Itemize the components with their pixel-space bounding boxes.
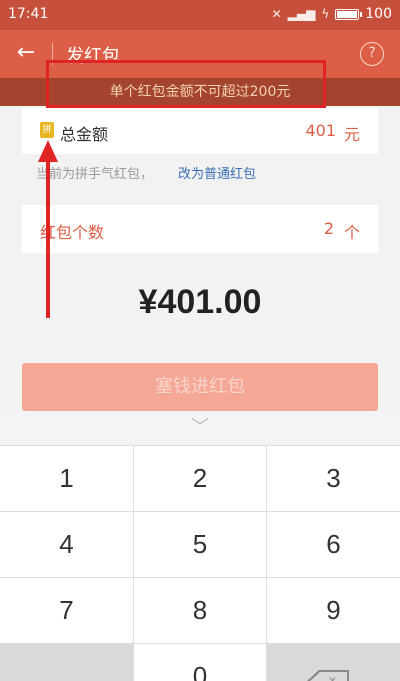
status-time: 17:41 — [8, 6, 49, 22]
chevron-down-icon[interactable]: ﹀ — [0, 411, 400, 445]
mute-icon: ✕ — [271, 7, 282, 21]
signal-icon: ▂▄▆ — [287, 7, 316, 21]
key-9[interactable]: 9 — [267, 578, 400, 643]
charging-icon: ϟ — [321, 7, 330, 21]
annotation-arrow — [38, 140, 58, 318]
key-1[interactable]: 1 — [0, 446, 133, 511]
key-7[interactable]: 7 — [0, 578, 133, 643]
key-2[interactable]: 2 — [134, 446, 266, 511]
delete-key[interactable]: × — [267, 644, 400, 681]
key-5[interactable]: 5 — [134, 512, 266, 577]
battery-percent: 100 — [365, 6, 392, 22]
total-amount-label: 总金额 — [60, 125, 109, 144]
key-8[interactable]: 8 — [134, 578, 266, 643]
key-blank — [0, 644, 133, 681]
packet-count-value[interactable]: 2 — [324, 219, 334, 238]
backspace-icon: × — [306, 670, 349, 681]
status-icons: ✕ ▂▄▆ ϟ 100 — [272, 6, 392, 22]
numeric-keyboard: ﹀ 1 2 3 4 5 6 7 8 9 0 × — [0, 411, 400, 681]
help-icon[interactable]: ? — [360, 42, 384, 66]
lucky-pin-icon: 拼 — [40, 122, 54, 138]
total-amount-row[interactable]: 拼 总金额 元 — [22, 108, 378, 154]
total-display: ¥401.00 — [138, 283, 262, 321]
battery-icon — [335, 8, 363, 20]
key-0[interactable]: 0 — [134, 644, 266, 681]
packet-count-row[interactable]: 红包个数 2 个 — [22, 205, 378, 253]
key-6[interactable]: 6 — [267, 512, 400, 577]
back-arrow-icon[interactable]: ← — [12, 40, 40, 68]
battery-fill — [337, 10, 358, 18]
annotation-highlight-box — [46, 60, 326, 108]
key-4[interactable]: 4 — [0, 512, 133, 577]
packet-count-unit: 个 — [343, 223, 360, 242]
amount-unit: 元 — [343, 125, 360, 144]
total-amount-input[interactable] — [256, 121, 336, 140]
switch-to-normal-link[interactable]: 改为普通红包 — [178, 163, 256, 182]
key-3[interactable]: 3 — [267, 446, 400, 511]
send-money-button[interactable]: 塞钱进红包 — [22, 363, 378, 411]
status-bar: 17:41 ✕ ▂▄▆ ϟ 100 — [0, 0, 400, 30]
